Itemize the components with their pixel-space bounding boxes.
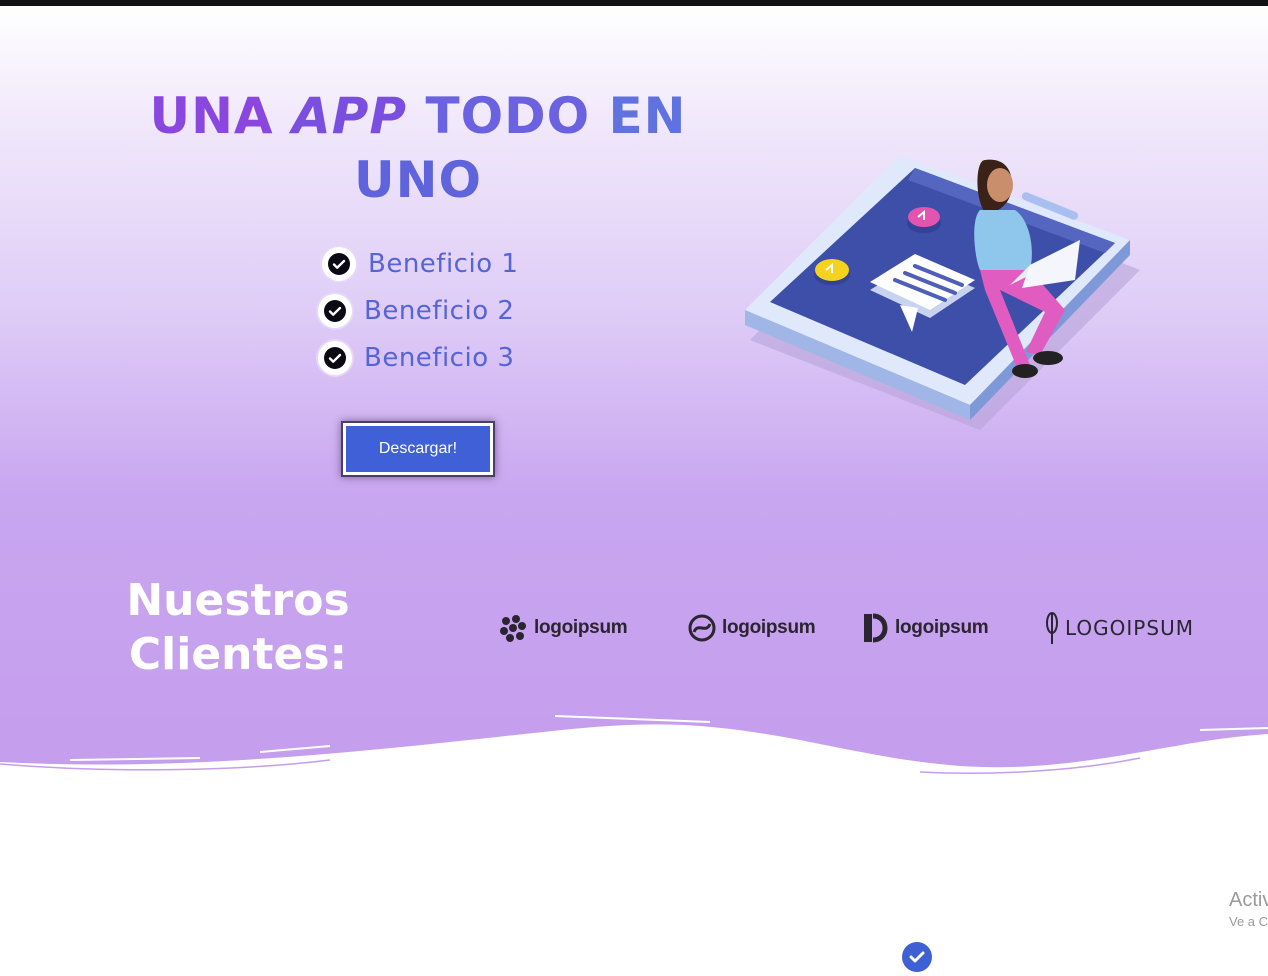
benefit-label: Beneficio 2 [364,295,515,326]
logo-mark-icon [500,615,526,642]
clients-title-line2: Clientes: [128,629,348,680]
client-logo-text: logoipsum [534,617,628,638]
client-logo-text: logoipsum [722,617,816,638]
benefit-label: Beneficio 1 [368,248,519,279]
hero-title: UNA APP TODO EN UNO [140,84,696,212]
wave-divider [0,715,1268,810]
benefit-item: Beneficio 3 [318,334,578,381]
title-word-app: APP [292,87,408,145]
benefit-item: Beneficio 1 [318,240,578,287]
logo-mark-icon [688,614,716,642]
person-on-phone-illustration [745,155,1140,430]
benefit-item: Beneficio 2 [318,287,578,334]
clients-title-line1: Nuestros [126,575,350,626]
client-logo: logoipsum [688,610,816,646]
client-logo: logoipsum [498,610,628,646]
client-logo: LOGOIPSUM [1045,610,1194,646]
benefits-list: Beneficio 1 Beneficio 2 Beneficio 3 [318,240,578,381]
client-logo-text: LOGOIPSUM [1065,616,1194,640]
clients-title: Nuestros Clientes: [118,574,358,682]
check-icon [902,942,932,972]
title-word: EN [608,87,687,145]
title-word: UNA [149,87,274,145]
check-icon [318,293,352,328]
watermark-line2: Ve a C [1229,914,1268,929]
benefit-label: Beneficio 3 [364,342,515,373]
check-icon [318,340,352,375]
title-word: TODO [425,87,591,145]
logo-mark-icon [1046,612,1058,644]
windows-activation-watermark: Activ Ve a C [1229,888,1268,932]
check-icon [322,246,356,281]
watermark-line1: Activ [1229,889,1268,911]
download-button[interactable]: Descargar! [341,421,495,477]
client-logo-text: logoipsum [895,617,989,638]
logo-mark-icon [864,613,888,643]
title-word: UNO [354,151,482,209]
client-logo: logoipsum [863,610,989,646]
